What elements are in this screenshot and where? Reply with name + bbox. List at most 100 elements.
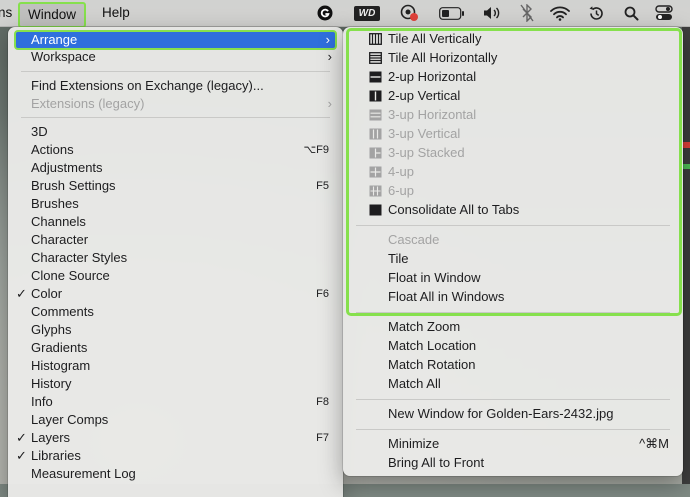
green-indicator — [682, 164, 690, 169]
menu-item-label: 6-up — [388, 183, 415, 198]
menu-item-label: 2-up Horizontal — [388, 69, 477, 84]
menu-item-3-up-vertical: 3-up Vertical — [343, 125, 683, 143]
time-machine-icon[interactable] — [585, 0, 607, 26]
menu-item-workspace[interactable]: Workspace › — [8, 48, 343, 66]
wifi-icon[interactable] — [548, 0, 572, 26]
menu-item-bring-all-front[interactable]: Bring All to Front — [343, 454, 683, 472]
menu-item-glyphs[interactable]: Glyphs — [8, 321, 343, 339]
menu-item-6-up: 6-up — [343, 182, 683, 200]
menu-separator — [21, 71, 330, 72]
menu-separator — [356, 399, 670, 400]
menu-item-label: Brushes — [31, 196, 79, 211]
menubar-item-truncated[interactable]: ns — [0, 0, 12, 26]
menu-item-consolidate-all-to-tabs[interactable]: Consolidate All to Tabs — [343, 201, 683, 219]
menu-item-4-up: 4-up — [343, 163, 683, 181]
menu-item-actions[interactable]: Actions ⌥F9 — [8, 141, 343, 159]
menu-item-clone-source[interactable]: Clone Source — [8, 267, 343, 285]
menu-item-label: Channels — [31, 214, 86, 229]
menu-item-info[interactable]: Info F8 — [8, 393, 343, 411]
wd-drive-icon[interactable]: WD — [352, 0, 382, 26]
wd-label: WD — [354, 5, 380, 21]
menu-item-label: Float in Window — [388, 270, 481, 285]
checkmark-icon: ✓ — [16, 286, 27, 301]
menu-item-find-extensions[interactable]: Find Extensions on Exchange (legacy)... — [8, 77, 343, 95]
menu-item-cascade: Cascade — [343, 231, 683, 249]
menu-item-float-all[interactable]: Float All in Windows — [343, 288, 683, 306]
background-window-edge — [682, 26, 690, 484]
menu-item-minimize[interactable]: Minimize ^⌘M — [343, 435, 683, 453]
menu-item-tile-all-horizontally[interactable]: Tile All Horizontally — [343, 49, 683, 67]
menu-item-label: Match Location — [388, 338, 477, 353]
red-indicator — [682, 142, 690, 148]
menu-item-brush-settings[interactable]: Brush Settings F5 — [8, 177, 343, 195]
menu-item-2-up-horizontal[interactable]: 2-up Horizontal — [343, 68, 683, 86]
menu-item-adjustments[interactable]: Adjustments — [8, 159, 343, 177]
menu-item-tile[interactable]: Tile — [343, 250, 683, 268]
menu-item-histogram[interactable]: Histogram — [8, 357, 343, 375]
menu-item-layer-comps[interactable]: Layer Comps — [8, 411, 343, 429]
menu-item-label: Extensions (legacy) — [31, 96, 145, 111]
menu-item-label: Comments — [31, 304, 94, 319]
menu-item-color[interactable]: ✓ Color F6 — [8, 285, 343, 303]
menu-item-label: Cascade — [388, 232, 440, 247]
menu-item-character[interactable]: Character — [8, 231, 343, 249]
menu-separator — [356, 225, 670, 226]
menu-item-match-rotation[interactable]: Match Rotation — [343, 356, 683, 374]
bluetooth-off-icon[interactable] — [516, 0, 538, 26]
menu-item-label: Character — [31, 232, 89, 247]
menu-item-match-zoom[interactable]: Match Zoom — [343, 318, 683, 336]
menu-item-label: Minimize — [388, 436, 440, 451]
menu-item-3d[interactable]: 3D — [8, 123, 343, 141]
menu-item-history[interactable]: History — [8, 375, 343, 393]
menu-item-channels[interactable]: Channels — [8, 213, 343, 231]
menubar-item-help[interactable]: Help — [102, 0, 130, 26]
shortcut-label: F5 — [316, 180, 329, 192]
menu-item-comments[interactable]: Comments — [8, 303, 343, 321]
menu-item-new-window[interactable]: New Window for Golden-Ears-2432.jpg — [343, 405, 683, 423]
menu-item-label: 3D — [31, 124, 48, 139]
menu-separator — [356, 429, 670, 430]
menu-item-brushes[interactable]: Brushes — [8, 195, 343, 213]
menu-item-label: 3-up Stacked — [388, 145, 465, 160]
menu-item-gradients[interactable]: Gradients — [8, 339, 343, 357]
menu-item-float-in-window[interactable]: Float in Window — [343, 269, 683, 287]
arrange-submenu: Tile All Vertically Tile All Horizontally… — [343, 27, 683, 476]
menu-item-label: Adjustments — [31, 160, 103, 175]
volume-icon[interactable] — [480, 0, 504, 26]
battery-icon[interactable] — [437, 0, 467, 26]
search-icon[interactable] — [620, 0, 642, 26]
menu-item-label: Brush Settings — [31, 178, 116, 193]
menu-item-arrange[interactable]: Arrange › — [14, 30, 337, 50]
menu-item-label: Layer Comps — [31, 412, 109, 427]
menu-bar: ns Window Help WD — [0, 0, 690, 28]
menu-item-measurement-log[interactable]: Measurement Log — [8, 465, 343, 483]
shortcut-label: F6 — [316, 288, 329, 300]
recording-icon[interactable] — [396, 0, 422, 26]
menu-separator — [356, 312, 670, 313]
menubar-item-window[interactable]: Window — [18, 2, 87, 28]
menu-item-label: Layers — [31, 430, 71, 445]
chevron-right-icon: › — [325, 32, 330, 47]
menu-item-3-up-stacked: 3-up Stacked — [343, 144, 683, 162]
menu-item-match-all[interactable]: Match All — [343, 375, 683, 393]
menu-item-label: Histogram — [31, 358, 91, 373]
menu-item-label: Workspace — [31, 49, 96, 64]
shortcut-label: ^⌘M — [639, 436, 669, 451]
menu-item-label: Match Zoom — [388, 319, 461, 334]
menu-item-layers[interactable]: ✓ Layers F7 — [8, 429, 343, 447]
menu-item-label: Consolidate All to Tabs — [388, 202, 520, 217]
menu-item-character-styles[interactable]: Character Styles — [8, 249, 343, 267]
menu-item-2-up-vertical[interactable]: 2-up Vertical — [343, 87, 683, 105]
menu-item-label: Match All — [388, 376, 441, 391]
menu-item-label: 3-up Horizontal — [388, 107, 477, 122]
menu-item-label: Character Styles — [31, 250, 128, 265]
control-center-icon[interactable] — [652, 0, 676, 26]
chevron-right-icon: › — [327, 49, 332, 64]
menu-item-libraries[interactable]: ✓ Libraries — [8, 447, 343, 465]
menu-item-tile-all-vertically[interactable]: Tile All Vertically — [343, 30, 683, 48]
menu-item-match-location[interactable]: Match Location — [343, 337, 683, 355]
menu-item-label: Arrange — [31, 32, 78, 47]
menu-item-extensions: Extensions (legacy) › — [8, 95, 343, 113]
grammarly-icon[interactable] — [314, 0, 336, 26]
menu-item-label: Match Rotation — [388, 357, 476, 372]
